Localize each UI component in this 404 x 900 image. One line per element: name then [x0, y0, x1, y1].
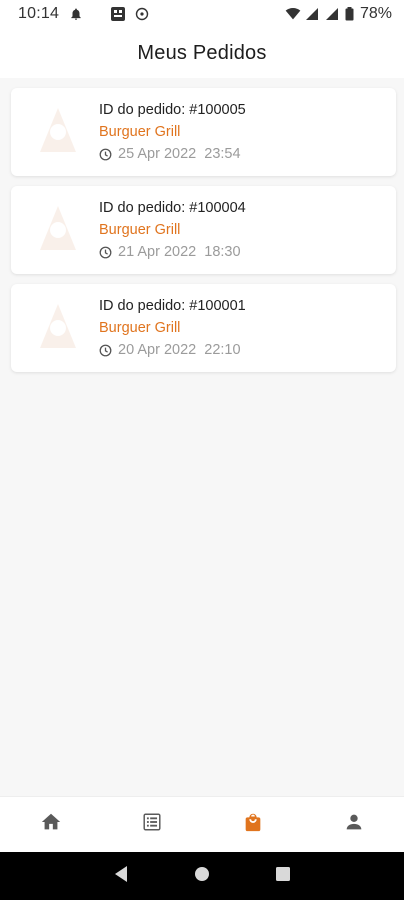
order-id: #100005 — [189, 102, 246, 118]
page-title: Meus Pedidos — [137, 41, 267, 64]
home-icon — [40, 811, 62, 838]
status-time: 10:14 — [18, 5, 60, 22]
system-navigation-bar — [0, 852, 404, 900]
order-id-label: ID do pedido: — [99, 200, 186, 216]
notification-bell-icon — [69, 7, 83, 21]
order-card[interactable]: ID do pedido: #100004 Burguer Grill 21 Ap… — [11, 186, 396, 274]
app-bar: Meus Pedidos — [0, 28, 404, 78]
battery-percentage: 78% — [359, 5, 392, 22]
battery-icon — [345, 7, 354, 21]
order-datetime: 20 Apr 2022 22:10 — [118, 342, 241, 358]
restaurant-logo-placeholder — [25, 293, 91, 363]
order-id-line: ID do pedido: #100001 — [99, 298, 246, 314]
list-icon — [141, 811, 163, 838]
order-id-label: ID do pedido: — [99, 298, 186, 314]
clock-icon — [99, 148, 112, 161]
order-datetime: 21 Apr 2022 18:30 — [118, 244, 241, 260]
nav-home[interactable] — [0, 797, 101, 852]
order-id: #100001 — [189, 298, 246, 314]
orders-list: ID do pedido: #100005 Burguer Grill 25 Ap… — [11, 88, 396, 372]
order-card[interactable]: ID do pedido: #100001 Burguer Grill 20 Ap… — [11, 284, 396, 372]
clock-icon — [99, 344, 112, 357]
home-system-button[interactable] — [190, 864, 214, 888]
bottom-navigation — [0, 796, 404, 852]
wifi-icon — [285, 7, 301, 21]
back-button[interactable] — [109, 864, 133, 888]
order-card[interactable]: ID do pedido: #100005 Burguer Grill 25 Ap… — [11, 88, 396, 176]
restaurant-name: Burguer Grill — [99, 320, 181, 336]
circle-status-icon — [135, 7, 149, 21]
order-id-label: ID do pedido: — [99, 102, 186, 118]
user-icon — [343, 811, 365, 838]
restaurant-logo-placeholder — [25, 195, 91, 265]
nav-profile[interactable] — [303, 797, 404, 852]
restaurant-logo-placeholder — [25, 97, 91, 167]
order-id-line: ID do pedido: #100004 — [99, 200, 246, 216]
nav-orders[interactable] — [202, 797, 303, 852]
order-datetime-row: 25 Apr 2022 23:54 — [99, 146, 246, 162]
status-bar: 10:14 78% — [0, 0, 404, 28]
restaurant-name: Burguer Grill — [99, 124, 181, 140]
recents-square-icon — [275, 866, 291, 887]
shopping-bag-icon — [242, 811, 264, 838]
signal-icon — [305, 7, 319, 21]
order-id: #100004 — [189, 200, 246, 216]
back-triangle-icon — [113, 865, 129, 888]
signal-icon-2 — [325, 7, 339, 21]
order-datetime-row: 21 Apr 2022 18:30 — [99, 244, 246, 260]
clock-icon — [99, 246, 112, 259]
order-datetime-row: 20 Apr 2022 22:10 — [99, 342, 246, 358]
order-id-line: ID do pedido: #100005 — [99, 102, 246, 118]
recents-button[interactable] — [271, 864, 295, 888]
nav-menu[interactable] — [101, 797, 202, 852]
order-datetime: 25 Apr 2022 23:54 — [118, 146, 241, 162]
home-circle-icon — [193, 865, 211, 888]
restaurant-name: Burguer Grill — [99, 222, 181, 238]
app-notification-icon — [111, 7, 126, 21]
